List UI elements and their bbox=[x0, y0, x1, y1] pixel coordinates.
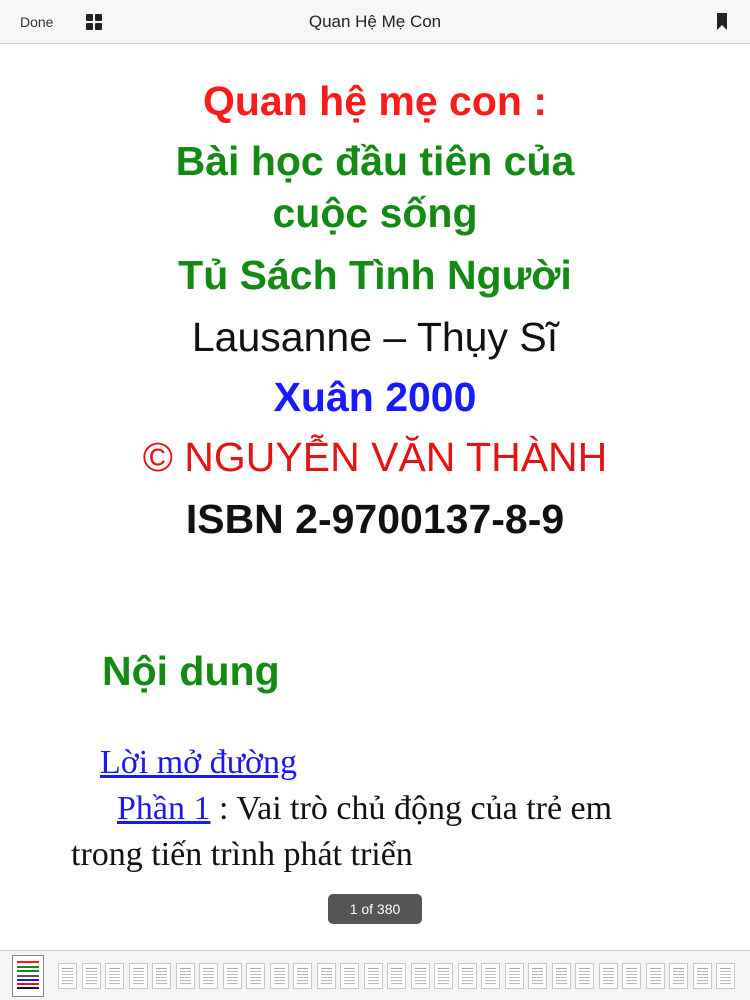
page-thumbnail[interactable] bbox=[669, 963, 688, 989]
pdf-page[interactable]: Quan hệ mẹ con : Bài học đầu tiên của cu… bbox=[0, 44, 750, 950]
copyright: © NGUYỄN VĂN THÀNH bbox=[142, 434, 608, 480]
grid-icon[interactable] bbox=[86, 14, 102, 30]
toc-link-phan-1[interactable]: Phần 1 bbox=[117, 790, 211, 827]
page-thumbnail[interactable] bbox=[622, 963, 641, 989]
page-thumbnail[interactable] bbox=[575, 963, 594, 989]
toc-entry: Phần 1 : Vai trò chủ động của trẻ em bbox=[117, 790, 612, 828]
location: Lausanne – Thụy Sĩ bbox=[191, 314, 559, 360]
page-thumbnail[interactable] bbox=[58, 963, 77, 989]
page-thumbnail[interactable] bbox=[175, 963, 195, 989]
toc-link-loi-mo-duong[interactable]: Lời mở đường bbox=[100, 744, 297, 781]
page-thumbnail[interactable] bbox=[551, 963, 571, 989]
page-thumbnail[interactable] bbox=[363, 963, 383, 989]
isbn: ISBN 2-9700137-8-9 bbox=[185, 496, 565, 542]
book-title-line2: Bài học đầu tiên của bbox=[175, 138, 575, 184]
page-thumbnail[interactable] bbox=[246, 963, 265, 989]
book-title-line3: cuộc sống bbox=[272, 190, 478, 236]
document-title: Quan Hệ Mẹ Con bbox=[308, 12, 442, 31]
page-thumbnail[interactable] bbox=[128, 963, 148, 989]
page-thumbnail[interactable] bbox=[152, 963, 171, 989]
page-indicator: 1 of 380 bbox=[328, 894, 422, 924]
page-thumbnail[interactable] bbox=[457, 963, 477, 989]
page-thumbnail[interactable] bbox=[222, 963, 242, 989]
top-toolbar: Done Quan Hệ Mẹ Con bbox=[0, 0, 750, 44]
series-name: Tủ Sách Tình Người bbox=[178, 252, 572, 298]
page-thumbnail[interactable] bbox=[410, 963, 430, 989]
page-thumbnail[interactable] bbox=[340, 963, 359, 989]
page-thumbnail[interactable] bbox=[598, 963, 618, 989]
page-thumbnail[interactable] bbox=[481, 963, 500, 989]
page-thumbnail[interactable] bbox=[269, 963, 289, 989]
page-thumbnail[interactable] bbox=[387, 963, 406, 989]
bookmark-icon[interactable] bbox=[716, 13, 728, 31]
page-thumbnail[interactable] bbox=[293, 963, 312, 989]
current-page-thumbnail[interactable] bbox=[12, 955, 44, 997]
toc-entry-text: : Vai trò chủ động của trẻ em bbox=[210, 790, 613, 827]
page-thumbnail[interactable] bbox=[504, 963, 524, 989]
toc-heading: Nội dung bbox=[102, 648, 280, 694]
toc-entry: Lời mở đường bbox=[100, 744, 297, 782]
publication-date: Xuân 2000 bbox=[273, 374, 477, 420]
page-thumbnail[interactable] bbox=[528, 963, 547, 989]
book-title-line1: Quan hệ mẹ con : bbox=[203, 78, 547, 124]
toc-entry-continuation: trong tiến trình phát triển bbox=[71, 836, 413, 873]
page-thumbnail[interactable] bbox=[434, 963, 453, 989]
page-thumbnail[interactable] bbox=[692, 963, 712, 989]
page-thumbnail[interactable] bbox=[645, 963, 665, 989]
page-thumbnail[interactable] bbox=[105, 963, 124, 989]
page-thumbnail[interactable] bbox=[316, 963, 336, 989]
page-thumbnail[interactable] bbox=[716, 963, 735, 989]
page-thumbnail[interactable] bbox=[199, 963, 218, 989]
page-thumbnail[interactable] bbox=[81, 963, 101, 989]
done-button[interactable]: Done bbox=[20, 14, 53, 30]
thumbnail-strip[interactable] bbox=[0, 950, 750, 1000]
